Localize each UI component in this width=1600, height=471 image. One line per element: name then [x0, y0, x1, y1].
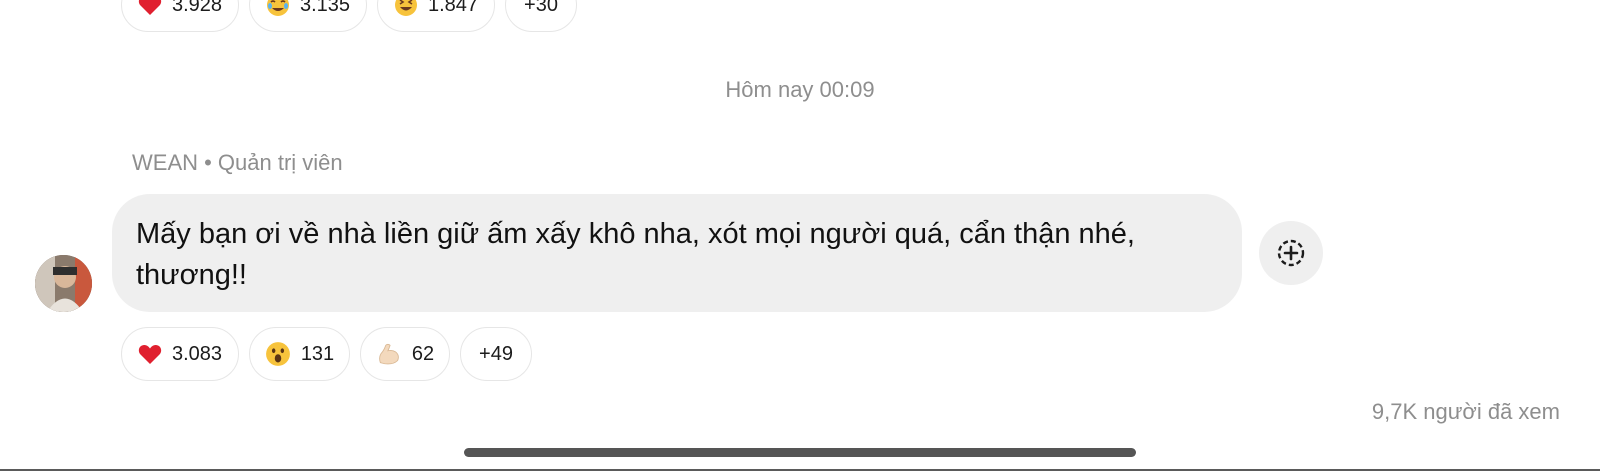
sender-label: WEAN • Quản trị viên [132, 150, 343, 175]
grinning-squinting-icon [394, 0, 418, 17]
reaction-count: 3.135 [299, 0, 351, 16]
reaction-more-count: +49 [479, 342, 513, 365]
home-indicator-bar[interactable] [464, 448, 1136, 457]
reaction-count: 3.083 [171, 342, 223, 365]
reaction-tears-of-joy-pill[interactable]: 3.135 [249, 0, 367, 32]
reaction-count: 3.928 [171, 0, 223, 16]
view-count: 9,7K người đã xem [1371, 399, 1560, 424]
chat-screen: 3.928 3.135 1.847 +30 Hôm nay 00:09 WEAN… [0, 0, 1600, 471]
reaction-heart-pill[interactable]: 3.083 [121, 327, 239, 381]
reaction-more-pill[interactable]: +49 [460, 327, 532, 381]
reaction-count: 131 [300, 342, 335, 365]
flexed-biceps-icon [376, 341, 402, 367]
red-heart-icon [138, 0, 162, 16]
message-timestamp: Hôm nay 00:09 [725, 77, 875, 102]
reaction-count: 62 [411, 342, 435, 365]
message-text: Mấy bạn ơi về nhà liền giữ ấm xấy khô nh… [136, 218, 1135, 291]
reaction-count: 1.847 [427, 0, 479, 16]
avatar-image [35, 255, 92, 312]
astonished-face-icon [265, 341, 291, 367]
reaction-more-count: +30 [524, 0, 558, 16]
red-heart-icon [138, 343, 162, 365]
reaction-astonished-pill[interactable]: 131 [249, 327, 350, 381]
reaction-grinning-squinting-pill[interactable]: 1.847 [377, 0, 495, 32]
reaction-flexed-biceps-pill[interactable]: 62 [360, 327, 450, 381]
tears-of-joy-icon [266, 0, 290, 17]
add-reaction-icon [1277, 239, 1305, 267]
message-bubble[interactable]: Mấy bạn ơi về nhà liền giữ ấm xấy khô nh… [112, 194, 1242, 312]
avatar[interactable] [35, 255, 92, 312]
reaction-heart-pill[interactable]: 3.928 [121, 0, 239, 32]
reaction-more-pill[interactable]: +30 [505, 0, 577, 32]
add-reaction-button[interactable] [1259, 221, 1323, 285]
